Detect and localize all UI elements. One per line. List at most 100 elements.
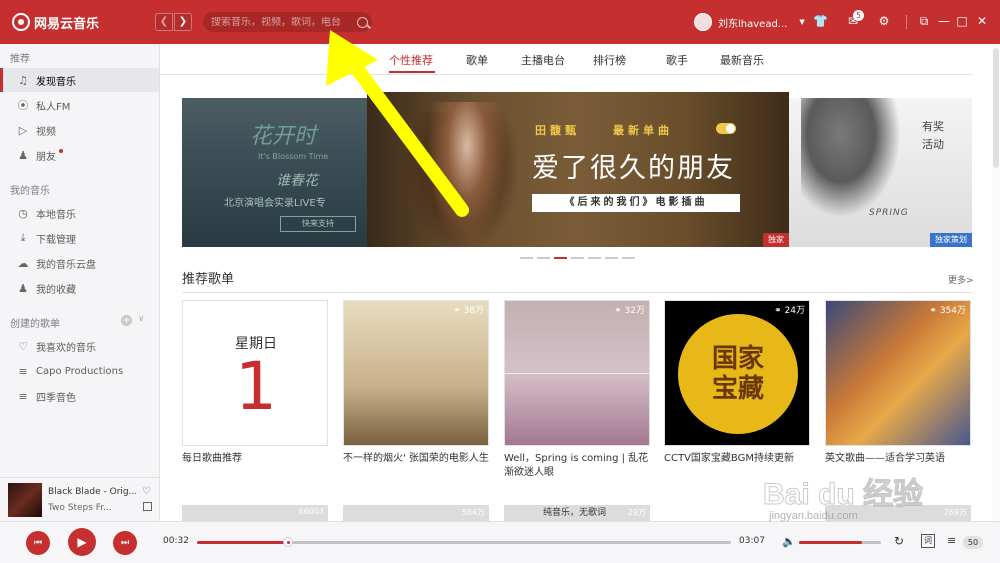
playlist-card[interactable]: 国家宝藏 ⚭ 24万 CCTV国家宝藏BGM持续更新 bbox=[664, 300, 810, 466]
playlist-cover[interactable]: 269万 bbox=[825, 505, 971, 521]
playlist-cover[interactable]: ⚭ 38万 bbox=[343, 300, 489, 446]
sidebar-item-capo[interactable]: ≡ Capo Productions bbox=[0, 359, 159, 383]
exclusive-badge: 独家 bbox=[763, 233, 789, 247]
volume-icon[interactable]: 🔈 bbox=[782, 535, 796, 548]
back-button[interactable]: ❮ bbox=[155, 13, 173, 31]
scroll-thumb[interactable] bbox=[993, 48, 999, 168]
sidebar-item-discover[interactable]: ♫ 发现音乐 bbox=[0, 68, 159, 92]
card-caption[interactable]: 每日歌曲推荐 bbox=[182, 452, 328, 466]
carousel-dot[interactable] bbox=[554, 257, 567, 259]
carousel-dot[interactable] bbox=[537, 257, 550, 259]
carousel-dot[interactable] bbox=[571, 257, 584, 259]
progress-knob[interactable] bbox=[282, 537, 293, 547]
download-icon: ⤓ bbox=[20, 231, 26, 244]
banner-left-title: 花开时 bbox=[250, 124, 317, 149]
card-caption[interactable]: 英文歌曲——适合学习英语 bbox=[825, 452, 971, 466]
share-icon[interactable] bbox=[143, 502, 152, 511]
radio-icon: ⦿ bbox=[17, 99, 29, 112]
settings-icon[interactable]: ⚙ bbox=[877, 14, 891, 28]
card-caption[interactable]: 不一样的烟火' 张国荣的电影人生 bbox=[343, 452, 489, 466]
sidebar-item-local-music[interactable]: ◷ 本地音乐 bbox=[0, 201, 159, 225]
banner-slide-prev[interactable]: 花开时 It's Blossom Time 谁春花 北京演唱会实录LIVE专 快… bbox=[182, 98, 367, 247]
add-playlist-button[interactable]: + bbox=[121, 315, 132, 326]
banner-right-spring: SPRING bbox=[869, 208, 909, 218]
sidebar-item-friends[interactable]: ♟ 朋友 bbox=[0, 143, 159, 167]
next-button[interactable]: ⏭ bbox=[113, 531, 137, 555]
progress-bar[interactable] bbox=[197, 537, 731, 547]
banner-slide-next[interactable]: 有奖 活动 SPRING 独家策划 bbox=[789, 98, 972, 247]
playlist-icon: ≡ bbox=[18, 389, 28, 403]
search-icon[interactable] bbox=[357, 16, 368, 28]
chevron-down-icon[interactable]: ∨ bbox=[138, 314, 145, 324]
sidebar-item-seasons[interactable]: ≡ 四季音色 bbox=[0, 384, 159, 408]
now-playing-cover[interactable] bbox=[8, 483, 42, 517]
play-icon: ▶ bbox=[77, 535, 87, 549]
daily-cover[interactable]: 星期日 1 bbox=[182, 300, 328, 446]
playlist-cover[interactable]: ⚭ 354万 bbox=[825, 300, 971, 446]
sidebar-item-fm[interactable]: ⦿ 私人FM bbox=[0, 93, 159, 117]
banner-slide-current[interactable]: 田馥甄 最新单曲 爱了很久的朋友 《后来的我们》电影插曲 独家 bbox=[367, 92, 789, 247]
playlist-card[interactable]: ⚭ 354万 英文歌曲——适合学习英语 bbox=[825, 300, 971, 466]
loop-icon[interactable]: ↻ bbox=[894, 534, 904, 548]
now-playing-panel[interactable]: Black Blade - Orig... Two Steps Fr... ♡ bbox=[0, 477, 159, 521]
prev-button[interactable]: ⏮ bbox=[26, 531, 50, 555]
tab-personal[interactable]: 个性推荐 bbox=[389, 52, 433, 68]
carousel-dot[interactable] bbox=[520, 257, 533, 259]
sidebar-item-video[interactable]: ▷ 视频 bbox=[0, 118, 159, 142]
sidebar-item-collection[interactable]: ♟ 我的收藏 bbox=[0, 276, 159, 300]
sidebar-item-label: 四季音色 bbox=[36, 392, 76, 404]
back-icon: ❮ bbox=[159, 16, 169, 27]
carousel-dot[interactable] bbox=[605, 257, 618, 259]
card-caption[interactable]: Well，Spring is coming | 乱花渐欲迷人眼 bbox=[504, 452, 650, 480]
close-icon[interactable]: ✕ bbox=[975, 14, 989, 28]
video-icon: ▷ bbox=[18, 123, 28, 137]
playlist-cover[interactable]: 584万 bbox=[343, 505, 489, 521]
sidebar-item-cloud[interactable]: ☁ 我的音乐云盘 bbox=[0, 251, 159, 275]
tab-artists[interactable]: 歌手 bbox=[666, 52, 688, 68]
skin-icon[interactable]: 👕 bbox=[813, 14, 828, 28]
heart-icon[interactable]: ♡ bbox=[142, 486, 151, 497]
avatar[interactable] bbox=[694, 13, 712, 31]
sidebar-item-label: 下载管理 bbox=[36, 234, 76, 246]
user-name[interactable]: 刘东lhavead... bbox=[718, 15, 787, 30]
maximize-icon[interactable]: □ bbox=[955, 14, 969, 28]
sidebar-item-liked[interactable]: ♡ 我喜欢的音乐 bbox=[0, 334, 159, 358]
minimize-icon[interactable]: — bbox=[937, 14, 951, 28]
music-note-icon: ♫ bbox=[18, 73, 28, 87]
sidebar-item-downloads[interactable]: ⤓ 下载管理 bbox=[0, 226, 159, 250]
tab-new-music[interactable]: 最新音乐 bbox=[720, 52, 764, 68]
playlist-icon[interactable]: ≡ bbox=[947, 534, 956, 547]
search-box[interactable] bbox=[203, 12, 372, 32]
banner-new-single: 最新单曲 bbox=[613, 124, 673, 137]
playlist-card-daily[interactable]: 星期日 1 每日歌曲推荐 bbox=[182, 300, 328, 466]
playlist-count[interactable]: 50 bbox=[963, 536, 983, 549]
playlist-cover[interactable]: ⚭ 32万 bbox=[504, 300, 650, 446]
play-count: ⚭ 32万 bbox=[614, 306, 645, 316]
dropdown-icon[interactable]: ▼ bbox=[799, 18, 804, 26]
more-link[interactable]: 更多> bbox=[948, 273, 974, 286]
play-count: 29万 bbox=[627, 508, 646, 517]
user-menu[interactable]: 刘东lhavead... ▼ bbox=[694, 12, 805, 32]
banner-carousel[interactable]: 花开时 It's Blossom Time 谁春花 北京演唱会实录LIVE专 快… bbox=[182, 92, 972, 248]
playlist-card[interactable]: ⚭ 32万 Well，Spring is coming | 乱花渐欲迷人眼 bbox=[504, 300, 650, 480]
tab-radio[interactable]: 主播电台 bbox=[521, 52, 565, 68]
playlist-cover[interactable]: 66003 bbox=[182, 505, 328, 521]
card-caption[interactable]: CCTV国家宝藏BGM持续更新 bbox=[664, 452, 810, 466]
mini-mode-icon[interactable]: ⧉ bbox=[917, 14, 931, 28]
playlist-cover[interactable]: 国家宝藏 ⚭ 24万 bbox=[664, 300, 810, 446]
app-logo[interactable]: 网易云音乐 bbox=[12, 12, 99, 32]
banner-left-button[interactable]: 快来支持 bbox=[280, 216, 356, 232]
scrollbar[interactable] bbox=[992, 44, 1000, 521]
tab-charts[interactable]: 排行榜 bbox=[593, 52, 626, 68]
cover-divider bbox=[505, 373, 649, 374]
forward-button[interactable]: ❯ bbox=[174, 13, 192, 31]
tab-playlists[interactable]: 歌单 bbox=[466, 52, 488, 68]
carousel-dot[interactable] bbox=[622, 257, 635, 259]
playlist-card[interactable]: ⚭ 38万 不一样的烟火' 张国荣的电影人生 bbox=[343, 300, 489, 466]
volume-slider[interactable] bbox=[799, 541, 881, 544]
play-button[interactable]: ▶ bbox=[68, 528, 96, 556]
friends-icon: ♟ bbox=[18, 148, 28, 162]
lyric-button[interactable]: 词 bbox=[921, 534, 935, 548]
search-input[interactable] bbox=[211, 16, 351, 28]
carousel-dot[interactable] bbox=[588, 257, 601, 259]
